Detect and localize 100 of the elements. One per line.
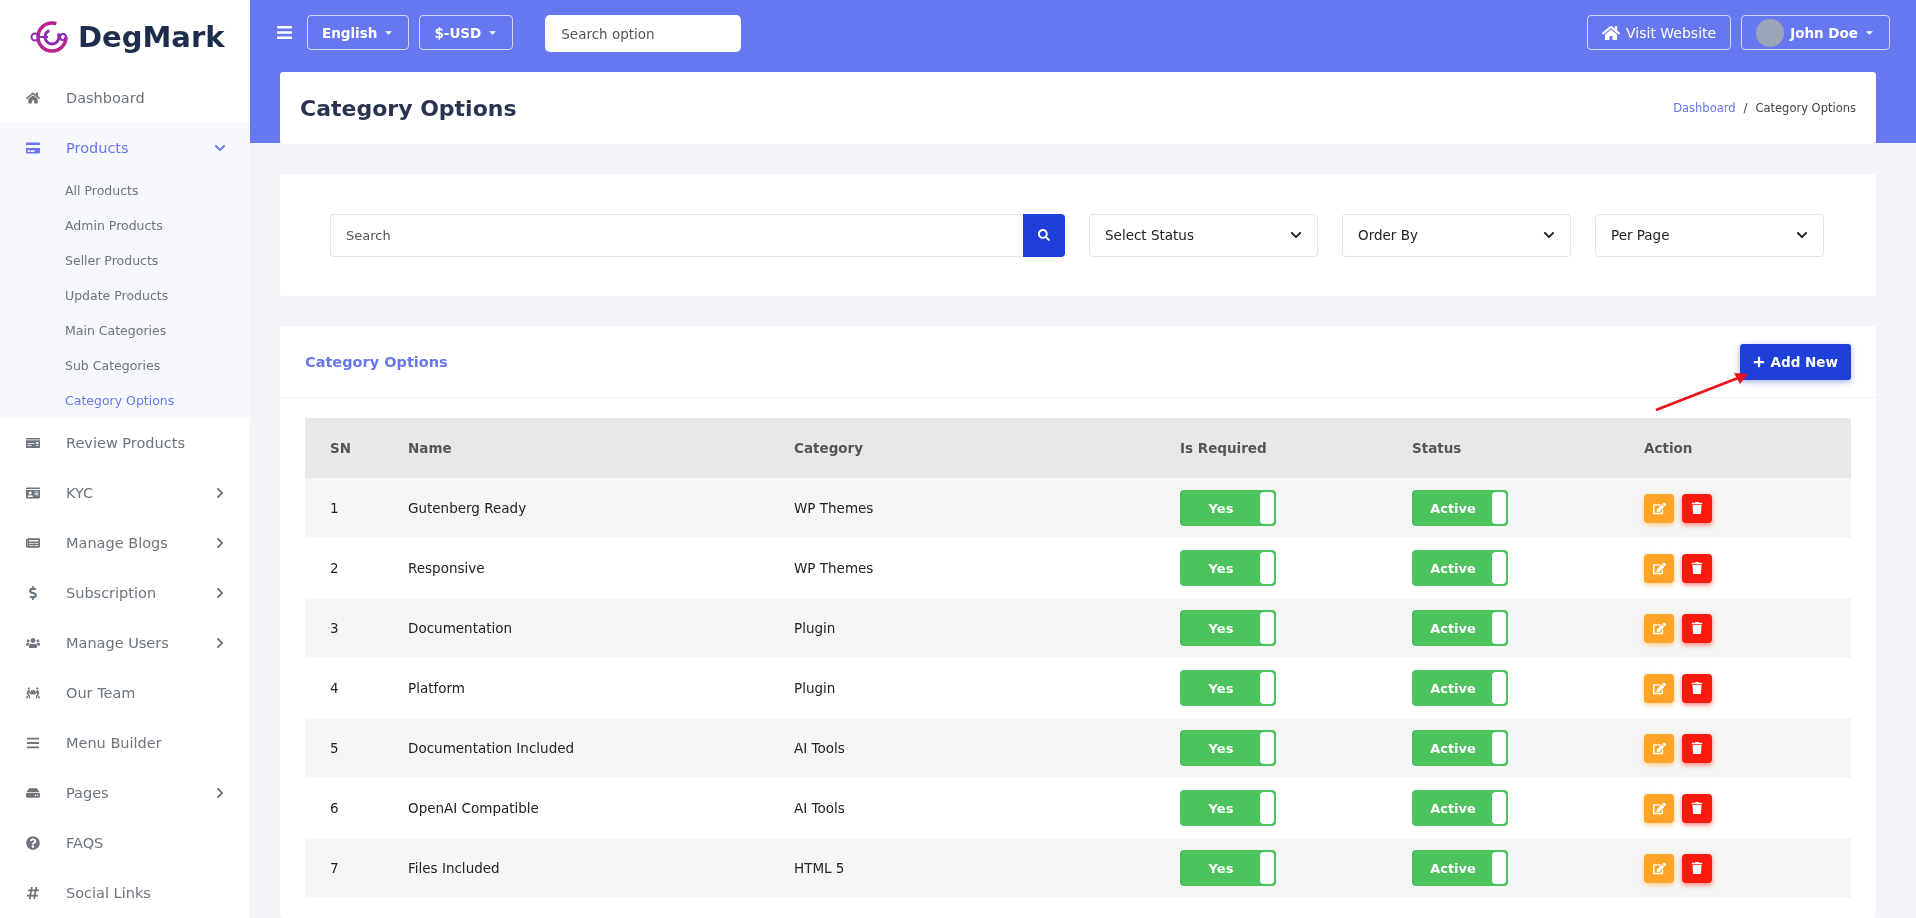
table-cell-text: Platform: [408, 680, 466, 696]
table-cell-text: OpenAI Compatible: [408, 800, 540, 816]
delete-button[interactable]: [1682, 553, 1712, 583]
edit-icon: [1652, 621, 1666, 635]
card-title: Category Options: [305, 353, 448, 370]
menu-item-icon: [26, 836, 40, 850]
table-cell-text: AI Tools: [794, 800, 846, 816]
sidebar-item[interactable]: Pages: [0, 768, 250, 818]
delete-button[interactable]: [1682, 733, 1712, 763]
chevron-right-icon: [214, 637, 226, 649]
table-cell-text: Documentation: [408, 620, 514, 636]
sidebar-item[interactable]: Social Links: [0, 868, 250, 918]
sidebar-item[interactable]: Manage Users: [0, 618, 250, 668]
delete-button[interactable]: [1682, 853, 1712, 883]
brand-name: DegMark: [78, 19, 225, 54]
sidebar-item[interactable]: KYC: [0, 468, 250, 518]
submenu-item[interactable]: Main Categories: [0, 313, 250, 348]
search-field[interactable]: Search: [330, 213, 1023, 257]
table-cell-text: Responsive: [408, 560, 486, 576]
column-header: Is Required: [1180, 440, 1268, 456]
breadcrumb-separator: /: [1743, 101, 1748, 115]
edit-icon: [1652, 741, 1666, 755]
search-field[interactable]: Search option: [545, 15, 742, 52]
chevron-down-icon: [1796, 229, 1808, 241]
language-dropdown[interactable]: English: [307, 15, 410, 50]
trash-icon: [1691, 622, 1703, 634]
edit-icon: [1652, 801, 1666, 815]
table-cell-text: Files Included: [408, 860, 501, 876]
breadcrumb-link[interactable]: Dashboard: [1673, 101, 1736, 115]
menu-item-icon: [26, 736, 40, 750]
menu-item-icon: [26, 686, 40, 700]
visit-website-button[interactable]: Visit Website: [1587, 15, 1732, 50]
table-cell-text: AI Tools: [794, 740, 846, 756]
edit-icon: [1652, 501, 1666, 515]
submenu-item[interactable]: Sub Categories: [0, 348, 250, 383]
sidebar-item[interactable]: Subscription: [0, 568, 250, 618]
trash-icon: [1691, 862, 1703, 874]
edit-icon: [1652, 681, 1666, 695]
menu-icon[interactable]: [276, 24, 293, 41]
chevron-right-icon: [214, 587, 226, 599]
currency-dropdown[interactable]: $-USD: [419, 15, 514, 50]
menu-item-icon: [26, 886, 40, 900]
avatar-icon: [1756, 18, 1785, 47]
search-icon: [1038, 229, 1050, 241]
breadcrumb-current: Category Options: [1755, 101, 1856, 115]
table-cell-text: 2: [330, 560, 340, 576]
chevron-right-icon: [214, 537, 226, 549]
column-header: Category: [794, 440, 865, 456]
sidebar-item[interactable]: FAQS: [0, 818, 250, 868]
submenu-item[interactable]: Update Products: [0, 278, 250, 313]
trash-icon: [1691, 682, 1703, 694]
sidebar-item[interactable]: Manage Blogs: [0, 518, 250, 568]
sidebar-item[interactable]: Review Products: [0, 418, 250, 468]
trash-icon: [1691, 742, 1703, 754]
menu-item-icon: [26, 141, 40, 155]
menu-item-icon: [26, 91, 40, 105]
delete-button[interactable]: [1682, 673, 1712, 703]
select-dropdown[interactable]: Select Status: [1089, 213, 1318, 257]
select-dropdown[interactable]: Per Page: [1595, 213, 1824, 257]
trash-icon: [1691, 802, 1703, 814]
table-cell-text: WP Themes: [794, 560, 875, 576]
menu-item-icon: [26, 486, 40, 500]
delete-button[interactable]: [1682, 613, 1712, 643]
submenu-item[interactable]: Admin Products: [0, 208, 250, 243]
menu-item-icon: [26, 536, 40, 550]
trash-icon: [1691, 502, 1703, 514]
menu-item-icon: [26, 436, 40, 450]
select-dropdown[interactable]: Order By: [1342, 213, 1571, 257]
table-cell-text: 3: [330, 620, 340, 636]
table-cell-text: 7: [330, 860, 340, 876]
sidebar-item[interactable]: Menu Builder: [0, 718, 250, 768]
table-cell-text: Plugin: [794, 680, 837, 696]
plus-icon: [1752, 355, 1765, 368]
edit-icon: [1652, 561, 1666, 575]
delete-button[interactable]: [1682, 493, 1712, 523]
column-header: SN: [330, 440, 353, 456]
table-cell-text: 6: [330, 800, 340, 816]
add-new-button[interactable]: Add New: [1739, 343, 1851, 380]
table-cell-text: 4: [330, 680, 340, 696]
table-cell-text: WP Themes: [794, 500, 875, 516]
submenu-item[interactable]: All Products: [0, 173, 250, 208]
column-header: Name: [408, 440, 453, 456]
table-cell-text: Documentation Included: [408, 740, 576, 756]
delete-button[interactable]: [1682, 793, 1712, 823]
logo-icon: [30, 19, 70, 54]
chevron-down-icon: [1543, 229, 1555, 241]
submenu-item[interactable]: Seller Products: [0, 243, 250, 278]
chevron-right-icon: [214, 487, 226, 499]
sidebar-item[interactable]: Our Team: [0, 668, 250, 718]
menu-item-icon: [26, 586, 40, 600]
search-button[interactable]: [1023, 213, 1065, 257]
user-menu-button[interactable]: John Doe: [1741, 15, 1890, 50]
chevron-down-icon: [1290, 229, 1302, 241]
table-cell-text: 5: [330, 740, 340, 756]
table-cell-text: Plugin: [794, 620, 837, 636]
sidebar-item[interactable]: Dashboard: [0, 73, 250, 123]
column-header: Action: [1644, 440, 1694, 456]
chevron-right-icon: [214, 787, 226, 799]
home-icon: [1602, 23, 1621, 42]
submenu-item[interactable]: Category Options: [0, 383, 250, 418]
